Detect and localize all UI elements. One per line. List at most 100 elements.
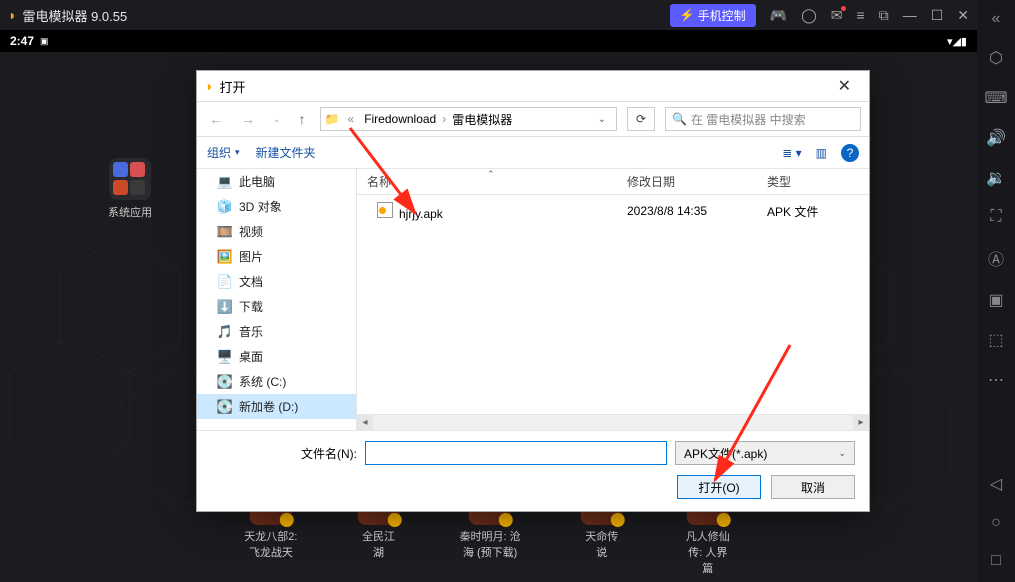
app-badge-icon — [611, 513, 625, 527]
system-apps-folder[interactable]: 系统应用 — [108, 158, 152, 220]
collapse-icon[interactable]: « — [992, 10, 1001, 28]
scroll-left-icon[interactable]: ◂ — [357, 415, 373, 430]
minimize-icon[interactable]: — — [903, 7, 917, 23]
help-icon[interactable]: ? — [841, 144, 859, 162]
view-mode-button[interactable]: ≣ ▾ — [782, 146, 801, 160]
status-network-icon: ▾◢▮ — [947, 35, 967, 48]
tree-item[interactable]: 🧊 3D 对象 — [197, 194, 356, 219]
tree-item-icon: 🧊 — [217, 199, 233, 215]
android-statusbar: 2:47 ▣ ▾◢▮ — [0, 30, 977, 52]
open-button[interactable]: 打开(O) — [677, 475, 761, 499]
col-date[interactable]: 修改日期 — [617, 173, 757, 190]
notif-icon: ▣ — [40, 36, 49, 47]
keyboard-icon[interactable]: ⌨ — [984, 88, 1007, 108]
volume-up-icon[interactable]: 🔊 — [986, 128, 1006, 148]
fullscreen-icon[interactable]: ⛶ — [990, 208, 1001, 226]
tree-item-label: 下载 — [239, 298, 263, 315]
tree-item[interactable]: 🖥️桌面 — [197, 344, 356, 369]
app-badge-icon — [387, 513, 401, 527]
breadcrumb-dropdown-icon[interactable]: ⌄ — [592, 114, 612, 125]
nav-back-icon[interactable]: ← — [205, 111, 227, 127]
breadcrumb-seg-0[interactable]: Firedownload — [358, 112, 442, 126]
menu-icon[interactable]: ≡ — [857, 7, 865, 23]
file-open-dialog: ◗ 打开 ✕ ← → ⌄ ↑ 📁 « Firedownload › 雷电模拟器 … — [196, 70, 870, 512]
nav-history-icon[interactable]: ⌄ — [269, 114, 285, 125]
tree-item-icon: 💽 — [217, 374, 233, 390]
cancel-button[interactable]: 取消 — [771, 475, 855, 499]
folder-tree: 💻此电脑 🧊 3D 对象 🎞️视频 🖼️ 图片 📄 文档 ⬇️ 下载 🎵音乐🖥️桌面 💽 系统 (C:)… — [197, 169, 357, 430]
tree-item[interactable]: ⬇️ 下载 — [197, 294, 356, 319]
record-icon[interactable]: ⬚ — [988, 330, 1003, 350]
file-list: ⌃ 名称 修改日期 类型 hjrjy.apk2023/8/8 14:35APK … — [357, 169, 869, 430]
tree-item[interactable]: 💻此电脑 — [197, 169, 356, 194]
emulator-titlebar: ◗ 雷电模拟器 9.0.55 ⚡手机控制 🎮 ◯ ✉ ≡ ⧉ — ☐ ✕ — [0, 0, 977, 30]
horizontal-scrollbar[interactable]: ◂ ▸ — [357, 414, 869, 430]
screenshot-icon[interactable]: ▣ — [988, 290, 1003, 310]
tree-item-icon: ⬇️ — [217, 299, 233, 315]
dialog-title: 打开 — [219, 77, 245, 96]
tree-item-icon: 🎞️ — [217, 224, 233, 240]
chevron-down-icon: ⌄ — [838, 448, 846, 459]
emulator-title: 雷电模拟器 9.0.55 — [22, 6, 127, 25]
text-icon[interactable]: Ⓐ — [988, 246, 1004, 270]
close-emulator-icon[interactable]: ✕ — [957, 7, 969, 24]
filename-label: 文件名(N): — [301, 445, 357, 462]
mail-icon[interactable]: ✉ — [831, 7, 843, 24]
file-rows: hjrjy.apk2023/8/8 14:35APK 文件 — [357, 195, 869, 414]
tree-item[interactable]: 💽新加卷 (D:) — [197, 394, 356, 419]
emulator-logo-icon: ◗ — [8, 7, 16, 23]
tree-item-label: 桌面 — [239, 348, 263, 365]
breadcrumb-seg-1[interactable]: 雷电模拟器 — [446, 111, 518, 128]
file-type: APK 文件 — [757, 203, 857, 220]
app-label: 天命传说 — [581, 528, 623, 560]
breadcrumb[interactable]: 📁 « Firedownload › 雷电模拟器 ⌄ — [320, 107, 617, 131]
refresh-button[interactable]: ⟳ — [627, 107, 655, 131]
preview-pane-button[interactable]: ▥ — [816, 146, 827, 160]
search-icon: 🔍 — [672, 112, 687, 126]
home-icon[interactable]: ○ — [991, 514, 1001, 532]
tree-item-label: 文档 — [239, 273, 263, 290]
volume-down-icon[interactable]: 🔉 — [986, 168, 1006, 188]
file-row[interactable]: hjrjy.apk2023/8/8 14:35APK 文件 — [357, 195, 869, 221]
tree-item[interactable]: 💽 系统 (C:) — [197, 369, 356, 394]
col-type[interactable]: 类型 — [757, 173, 857, 190]
nav-up-icon[interactable]: ↑ — [295, 111, 310, 127]
tree-item-label: 系统 (C:) — [239, 373, 286, 390]
bolt-icon: ⚡ — [680, 8, 695, 22]
tree-item[interactable]: 🖼️ 图片 — [197, 244, 356, 269]
tree-item-label: 音乐 — [239, 323, 263, 340]
chevron-down-icon: ▾ — [235, 147, 240, 158]
nav-forward-icon[interactable]: → — [237, 111, 259, 127]
dialog-toolbar: 组织▾ 新建文件夹 ≣ ▾ ▥ ? — [197, 137, 869, 169]
phone-control-button[interactable]: ⚡手机控制 — [670, 4, 756, 27]
dialog-footer: 文件名(N): APK文件(*.apk) ⌄ 打开(O) 取消 — [197, 430, 869, 511]
tree-item-label: 图片 — [239, 248, 263, 265]
new-folder-button[interactable]: 新建文件夹 — [256, 144, 316, 161]
tree-item[interactable]: 🎞️视频 — [197, 219, 356, 244]
filename-input[interactable] — [365, 441, 667, 465]
tree-item-label: 3D 对象 — [239, 198, 282, 215]
tree-item[interactable]: 📄 文档 — [197, 269, 356, 294]
recent-icon[interactable]: □ — [991, 552, 1001, 570]
gamepad-icon[interactable]: 🎮 — [770, 7, 787, 24]
dialog-navbar: ← → ⌄ ↑ 📁 « Firedownload › 雷电模拟器 ⌄ ⟳ 🔍 在… — [197, 101, 869, 137]
back-icon[interactable]: ◁ — [990, 474, 1002, 494]
search-input[interactable]: 🔍 在 雷电模拟器 中搜索 — [665, 107, 861, 131]
app-badge-icon — [499, 513, 513, 527]
tree-item-icon: 📄 — [217, 274, 233, 290]
tree-item[interactable]: 🎵音乐 — [197, 319, 356, 344]
popout-icon[interactable]: ⧉ — [879, 7, 889, 24]
scroll-right-icon[interactable]: ▸ — [853, 415, 869, 430]
app-label: 凡人修仙传: 人界篇 — [683, 528, 733, 576]
organize-button[interactable]: 组织▾ — [207, 144, 240, 161]
file-list-header: ⌃ 名称 修改日期 类型 — [357, 169, 869, 195]
account-icon[interactable]: ◯ — [801, 7, 817, 24]
maximize-icon[interactable]: ☐ — [931, 7, 944, 24]
hex-icon[interactable]: ⬡ — [989, 48, 1003, 68]
file-type-filter[interactable]: APK文件(*.apk) ⌄ — [675, 441, 855, 465]
more-icon[interactable]: ⋯ — [988, 370, 1004, 390]
dialog-close-button[interactable]: ✕ — [828, 74, 861, 98]
dialog-app-icon: ◗ — [205, 78, 213, 94]
tree-item-icon: 💽 — [217, 399, 233, 415]
tree-item-icon: 🖼️ — [217, 249, 233, 265]
